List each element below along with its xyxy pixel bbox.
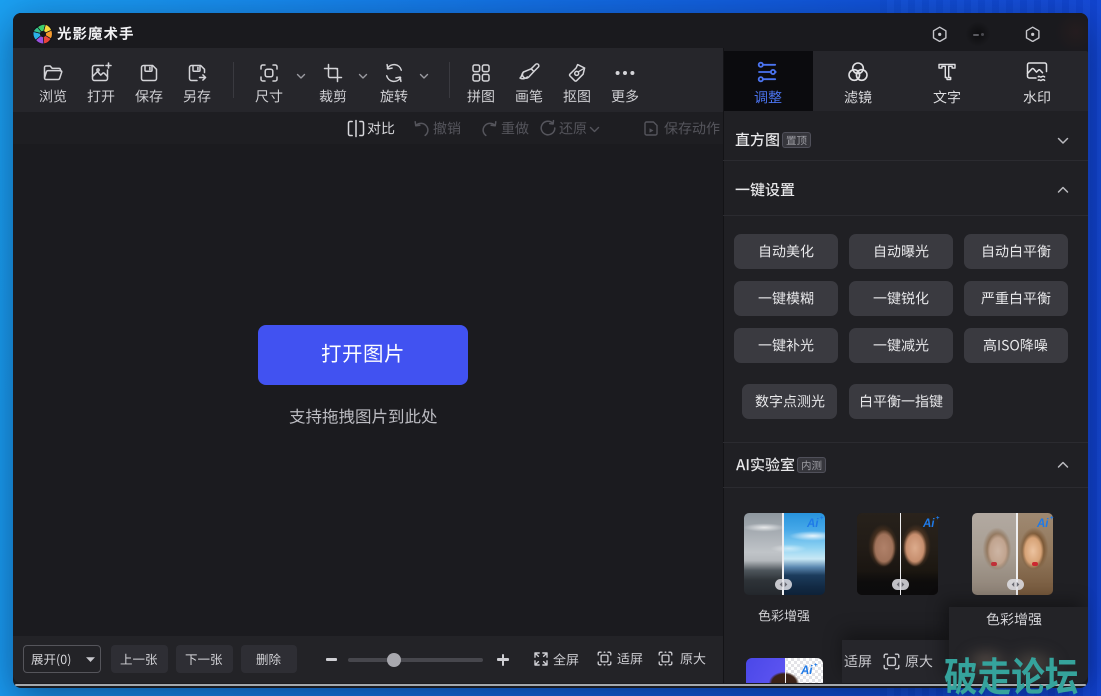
svg-text:Ai: Ai: [806, 518, 819, 529]
svg-text:Ai: Ai: [800, 665, 813, 676]
svg-text:Ai: Ai: [1036, 518, 1049, 529]
svg-text:Ai: Ai: [922, 518, 935, 529]
